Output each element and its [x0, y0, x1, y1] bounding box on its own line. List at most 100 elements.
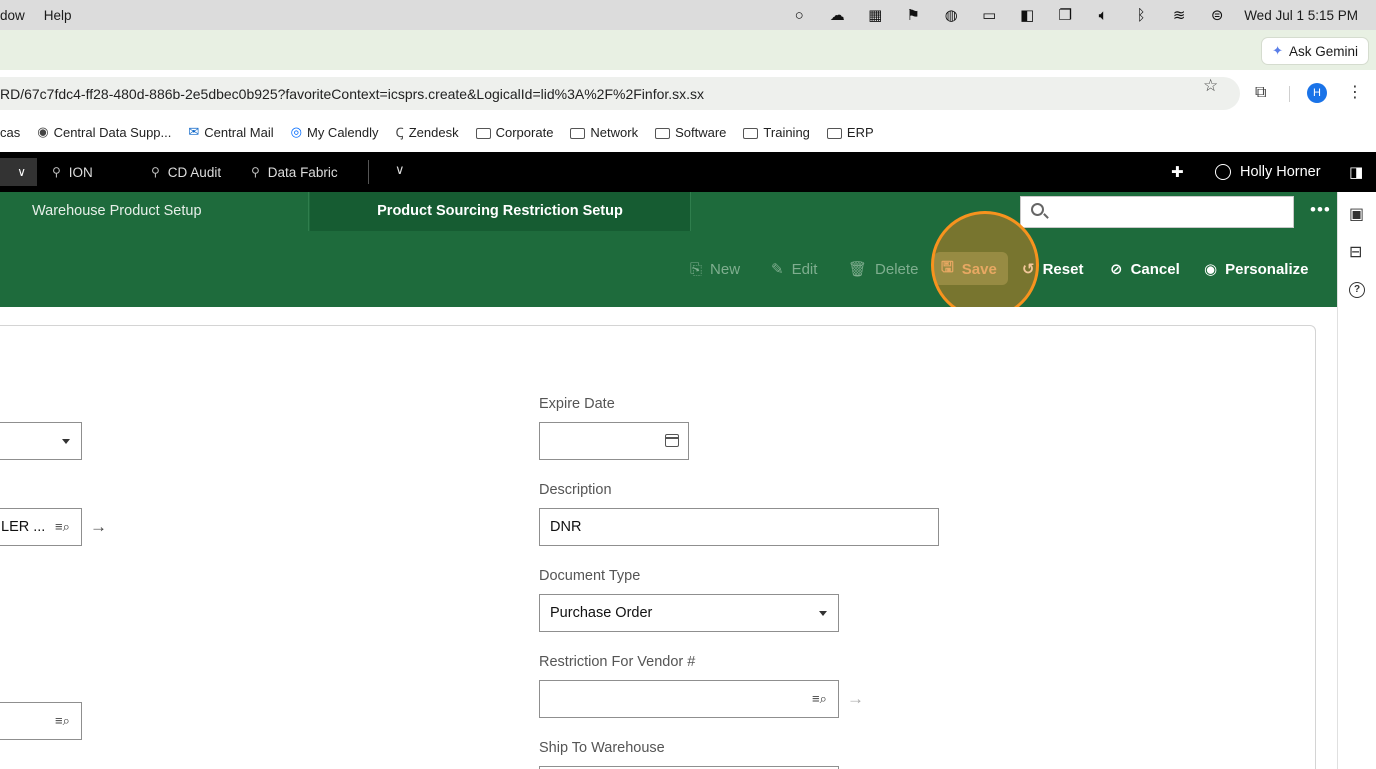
description-field[interactable]: DNR	[539, 508, 939, 546]
menu-window[interactable]: dow	[0, 8, 25, 23]
user-menu[interactable]: Holly Horner	[1215, 152, 1321, 192]
folder-icon	[826, 127, 842, 139]
prohibited-icon: ⊘	[1110, 261, 1123, 278]
left-dropdown-field[interactable]	[0, 422, 82, 460]
browser-menu-icon[interactable]: ⋮	[1347, 82, 1363, 102]
more-options-icon[interactable]: •••	[1310, 200, 1331, 220]
folder-icon	[655, 127, 671, 139]
vpn-globe-icon[interactable]: ◍	[932, 6, 970, 24]
app-tab-label: CD Audit	[167, 164, 222, 180]
document-type-value: Purchase Order	[550, 605, 653, 621]
side-panel-toggle-icon[interactable]: ◨	[1349, 163, 1363, 181]
restriction-vendor-field[interactable]: ≡⌕	[539, 680, 839, 718]
app-switcher-dropdown[interactable]: ∨	[0, 158, 37, 186]
globe-icon: ◉	[37, 124, 49, 139]
clock[interactable]: Wed Jul 1 5:15 PM	[1244, 8, 1358, 23]
calendar-icon[interactable]: ▭	[970, 6, 1008, 24]
app-tab-data-fabric[interactable]: ⚲ Data Fabric	[251, 152, 338, 192]
bookmark-central-mail[interactable]: ✉ Central Mail	[188, 124, 273, 140]
app-tab-label: Data Fabric	[267, 164, 338, 180]
bookmark-folder-software[interactable]: Software	[655, 125, 726, 140]
edit-button-label: Edit	[791, 260, 818, 278]
form-area: LER ... ≡⌕ → ≡⌕ Expire Date Description …	[0, 307, 1337, 769]
app-header: ∨ ⚲ ION ⚲ CD Audit ⚲ Data Fabric ∨ ✚ Hol…	[0, 152, 1376, 192]
personalize-button[interactable]: ◉ Personalize	[1204, 231, 1308, 307]
cancel-button[interactable]: ⊘ Cancel	[1110, 231, 1180, 307]
bookmark-label: cas	[0, 124, 21, 140]
url-text[interactable]: RD/67c7fdc4-ff28-480d-886b-2e5dbec0b925?…	[0, 86, 704, 102]
calendar-icon[interactable]	[665, 434, 679, 447]
personalize-button-label: Personalize	[1225, 260, 1309, 278]
description-label: Description	[539, 482, 612, 498]
app-tab-ion[interactable]: ⚲ ION	[52, 152, 93, 192]
bookmark-zendesk[interactable]: Ꞔ Zendesk	[396, 123, 459, 141]
menu-help[interactable]: Help	[44, 8, 72, 23]
status-tray: ○ ☁ ▦ ⚑ ◍ ▭ ◧ ❐ 🔈︎ ᛒ ≋ ⊜ Wed Jul 1 5:15 …	[780, 0, 1358, 30]
address-bar[interactable]: RD/67c7fdc4-ff28-480d-886b-2e5dbec0b925?…	[0, 77, 1240, 110]
bookmark-label: My Calendly	[306, 124, 379, 140]
left-vendor-lookup-field[interactable]: LER ... ≡⌕	[0, 508, 82, 546]
bookmark-label: ERP	[846, 124, 874, 140]
reset-button-label: Reset	[1042, 260, 1084, 278]
tab-product-sourcing-restriction-setup[interactable]: Product Sourcing Restriction Setup	[310, 192, 691, 231]
new-button[interactable]: ⎘ New	[690, 231, 740, 307]
bookmark-folder-corporate[interactable]: Corporate	[475, 125, 553, 140]
user-name: Holly Horner	[1240, 164, 1321, 180]
delete-button-label: Delete	[875, 260, 919, 278]
screen-mirror-icon[interactable]: ❐	[1046, 6, 1084, 24]
app-tab-cd-audit[interactable]: ⚲ CD Audit	[151, 152, 221, 192]
lookup-icon[interactable]: ≡⌕	[55, 713, 70, 729]
bookmark-star-icon[interactable]: ☆	[1203, 76, 1218, 96]
lookup-icon[interactable]: ≡⌕	[812, 691, 827, 707]
search-field[interactable]	[1020, 196, 1294, 228]
volume-icon[interactable]: 🔈︎	[1084, 7, 1122, 24]
wifi-icon[interactable]: ≋	[1160, 6, 1198, 24]
expire-date-field[interactable]	[539, 422, 689, 460]
windows-icon[interactable]: ▦	[856, 6, 894, 24]
bluetooth-icon[interactable]: ᛒ	[1122, 7, 1160, 24]
bookmark-label: Network	[590, 124, 639, 140]
help-icon[interactable]: ?	[1349, 282, 1365, 298]
more-tabs-chevron-icon[interactable]: ∨	[395, 162, 405, 178]
macos-menu-bar: dow Help ○ ☁ ▦ ⚑ ◍ ▭ ◧ ❐ 🔈︎ ᛒ ≋ ⊜ Wed Ju…	[0, 0, 1376, 30]
layout-icon[interactable]: ◧	[1008, 6, 1046, 24]
arrow-right-icon[interactable]: →	[847, 689, 864, 709]
bookmark-my-calendly[interactable]: ◎ My Calendly	[291, 124, 379, 140]
document-type-select[interactable]: Purchase Order	[539, 594, 839, 632]
bookmark-central-data-support[interactable]: ◉ Central Data Supp...	[37, 124, 171, 140]
search-input[interactable]	[1055, 201, 1287, 223]
inbox-icon[interactable]: ⊟	[1349, 242, 1362, 262]
chevron-down-icon	[819, 611, 827, 616]
folder-icon	[570, 127, 586, 139]
tab-warehouse-product-setup[interactable]: Warehouse Product Setup	[0, 192, 309, 231]
click-highlight-marker	[931, 211, 1039, 319]
delete-button[interactable]: 🗑︎ Delete	[848, 231, 918, 307]
document-type-label: Document Type	[539, 568, 641, 584]
folder-icon	[475, 127, 491, 139]
outlook-icon: ✉	[188, 124, 200, 139]
circle-status-icon[interactable]: ○	[780, 7, 818, 24]
bookmark-folder-network[interactable]: Network	[570, 125, 638, 140]
profile-avatar[interactable]: H	[1307, 83, 1327, 103]
edit-button[interactable]: ✎ Edit	[771, 231, 817, 307]
bookmark-folder-training[interactable]: Training	[743, 125, 810, 140]
cancel-button-label: Cancel	[1130, 260, 1180, 278]
cloud-icon[interactable]: ☁	[818, 6, 856, 24]
left-lookup-field-2[interactable]: ≡⌕	[0, 702, 82, 740]
bookmark-folder-erp[interactable]: ERP	[826, 124, 874, 140]
browser-top-strip: ✦ Ask Gemini	[0, 30, 1376, 70]
left-vendor-value: LER ...	[1, 519, 46, 535]
teams-icon[interactable]: ⚑	[894, 6, 932, 24]
dashboard-icon[interactable]: ▣	[1349, 204, 1364, 224]
bookmark-label: Central Data Supp...	[53, 124, 172, 140]
bookmark-label: Central Mail	[204, 124, 274, 140]
toolbar-divider	[1289, 86, 1290, 102]
add-widget-icon[interactable]: ✚	[1171, 163, 1184, 181]
lookup-icon[interactable]: ≡⌕	[55, 519, 70, 535]
address-bar-row: RD/67c7fdc4-ff28-480d-886b-2e5dbec0b925?…	[0, 70, 1376, 116]
bookmark-cas[interactable]: cas	[0, 125, 20, 140]
arrow-right-icon[interactable]: →	[90, 517, 107, 537]
ask-gemini-button[interactable]: ✦ Ask Gemini	[1262, 38, 1368, 64]
control-center-icon[interactable]: ⊜	[1198, 6, 1236, 24]
extensions-icon[interactable]: ⧉	[1255, 84, 1266, 102]
